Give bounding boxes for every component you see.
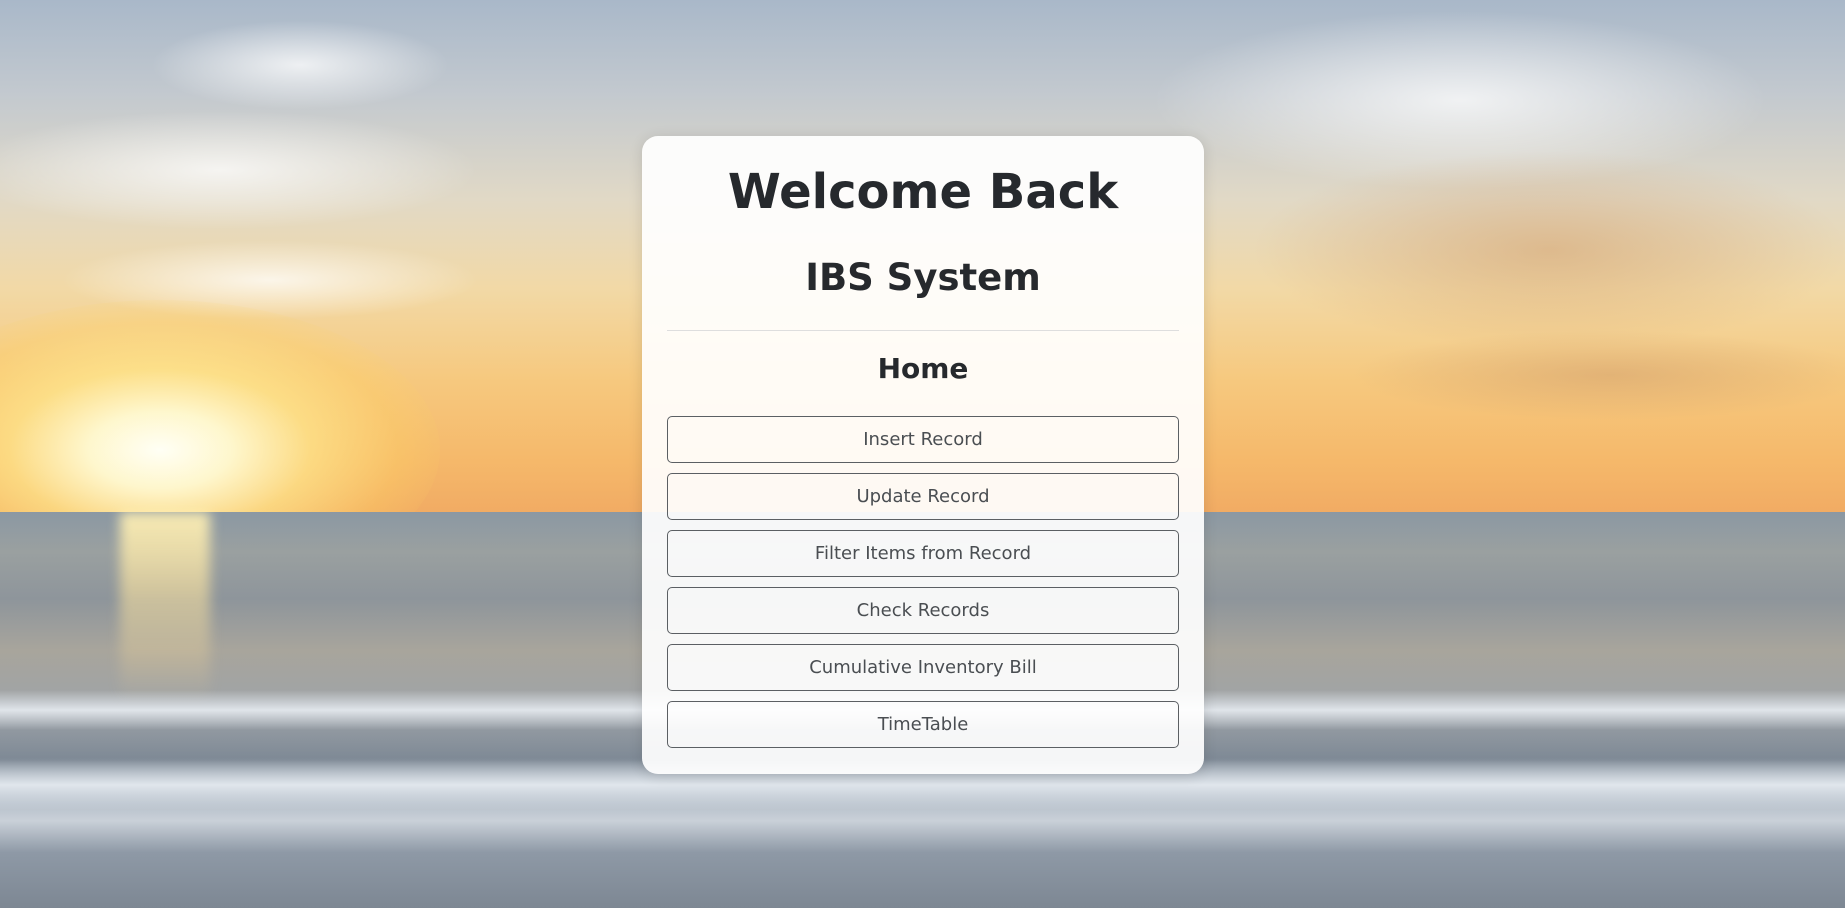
filter-items-button[interactable]: Filter Items from Record	[667, 530, 1179, 577]
insert-record-button[interactable]: Insert Record	[667, 416, 1179, 463]
divider	[667, 330, 1179, 331]
cloud	[1250, 150, 1845, 350]
timetable-button[interactable]: TimeTable	[667, 701, 1179, 748]
check-records-button[interactable]: Check Records	[667, 587, 1179, 634]
update-record-button[interactable]: Update Record	[667, 473, 1179, 520]
page-title: Welcome Back	[727, 164, 1119, 220]
home-menu: Insert Record Update Record Filter Items…	[667, 416, 1179, 758]
home-card: Welcome Back IBS System Home Insert Reco…	[642, 136, 1204, 774]
section-heading: Home	[877, 352, 969, 385]
cumulative-inventory-bill-button[interactable]: Cumulative Inventory Bill	[667, 644, 1179, 691]
sun-reflection	[120, 512, 210, 702]
cloud	[150, 20, 450, 110]
system-name: IBS System	[805, 256, 1041, 299]
cloud	[1350, 330, 1845, 420]
